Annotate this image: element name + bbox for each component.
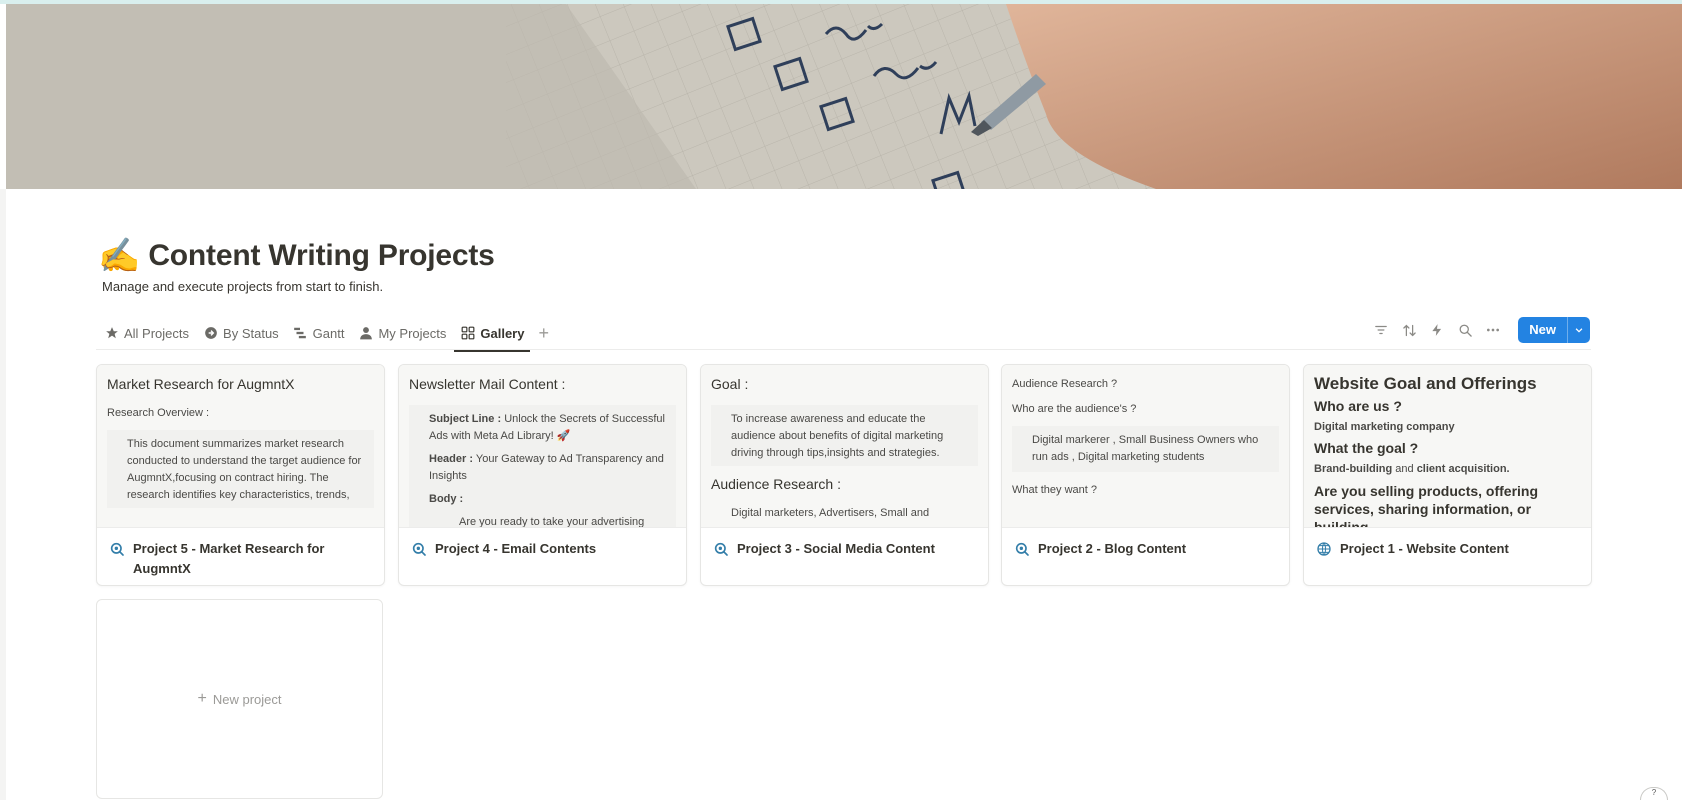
card-footer: Project 1 - Website Content [1304,528,1591,559]
card-footer: Project 3 - Social Media Content [701,528,988,559]
search-icon [412,542,426,556]
header-label: Header : [429,453,474,465]
globe-icon [1317,542,1331,556]
sort-icon[interactable] [1400,321,1418,339]
preview-heading-2: Audience Research : [711,476,841,492]
preview-heading: Website Goal and Offerings [1314,374,1537,393]
preview-question-1: Who are us ? [1314,398,1402,414]
preview-quote: This document summarizes market research… [107,430,374,508]
new-button[interactable]: New [1518,317,1590,343]
preview-quote: To increase awareness and educate the au… [711,405,978,466]
new-button-label[interactable]: New [1518,317,1568,343]
gallery-card-project-2[interactable]: Audience Research ? Who are the audience… [1001,364,1290,586]
tab-gantt[interactable]: Gantt [287,318,351,348]
tab-by-status[interactable]: By Status [197,318,285,348]
card-preview: Goal : To increase awareness and educate… [701,365,988,528]
subject-label: Subject Line : [429,413,502,425]
tab-label: Gantt [312,325,345,341]
new-project-card[interactable]: + New project [96,599,383,799]
preview-text: Digital marketers, Advertisers, Small an… [731,507,930,519]
tab-gallery[interactable]: Gallery [454,318,531,352]
card-footer: Project 2 - Blog Content [1002,528,1289,559]
preview-answer-2: Brand-building and client acquisition. [1314,461,1581,478]
preview-heading: Market Research for AugmntX [107,376,295,392]
card-title[interactable]: Project 3 - Social Media Content [737,539,935,559]
body-text: Are you ready to take your advertising [459,516,645,528]
card-footer: Project 4 - Email Contents [399,528,686,559]
card-title[interactable]: Project 1 - Website Content [1340,539,1509,559]
preview-answer-1: Digital marketing company [1314,421,1455,433]
gallery-card-project-1[interactable]: Website Goal and Offerings Who are us ? … [1303,364,1592,586]
preview-subheading: Research Overview : [107,407,210,419]
card-footer: Project 5 - Market Research for AugmntX [97,528,384,579]
search-icon [714,542,728,556]
preview-line-3: What they want ? [1012,484,1097,496]
preview-heading: Newsletter Mail Content : [409,376,566,392]
view-toolbar: New [1372,317,1590,343]
card-preview: Audience Research ? Who are the audience… [1002,365,1289,528]
preview-question-2: What the goal ? [1314,440,1419,456]
cover-illustration [6,4,1682,189]
search-icon [110,542,124,556]
view-tabs: All Projects By Status Gantt My Projects… [98,318,555,352]
page-emoji-icon[interactable]: ✍️ [98,236,140,276]
plus-icon: + [197,690,207,707]
preview-line-1: Audience Research ? [1012,378,1118,390]
tab-my-projects[interactable]: My Projects [352,318,452,348]
gallery-card-project-5[interactable]: Market Research for AugmntX Research Ove… [96,364,385,586]
person-icon [358,326,373,341]
automation-icon[interactable] [1428,321,1446,339]
add-view-icon[interactable]: + [532,323,555,344]
more-options-icon[interactable] [1484,321,1502,339]
answer-2-bold-2: client acquisition. [1416,463,1510,475]
help-button[interactable]: ? [1640,787,1668,800]
arrow-circle-icon [203,326,218,341]
new-project-label: New project [212,691,282,707]
card-title[interactable]: Project 5 - Market Research for AugmntX [133,539,374,579]
preview-heading: Goal : [711,376,749,392]
tabs-divider [96,349,1591,350]
gantt-icon [293,326,308,341]
tab-all-projects[interactable]: All Projects [98,318,195,348]
body-label: Body : [429,493,464,505]
card-preview: Market Research for AugmntX Research Ove… [97,365,384,528]
answer-2-mid: and [1392,463,1417,475]
gallery-icon [460,326,475,341]
page-header: ✍️ Content Writing Projects [98,236,495,276]
tab-label: My Projects [378,325,447,341]
page-title[interactable]: Content Writing Projects [148,239,495,273]
card-preview: Website Goal and Offerings Who are us ? … [1304,365,1591,528]
answer-2-bold-1: Brand-building [1314,463,1393,475]
search-icon [1015,542,1029,556]
preview-question-3: Are you selling products, offering servi… [1314,483,1539,528]
star-icon [104,326,119,341]
search-icon[interactable] [1456,321,1474,339]
card-preview: Newsletter Mail Content : Subject Line :… [399,365,686,528]
gallery-card-project-3[interactable]: Goal : To increase awareness and educate… [700,364,989,586]
filter-icon[interactable] [1372,321,1390,339]
cover-image[interactable] [6,4,1682,189]
gallery-card-project-4[interactable]: Newsletter Mail Content : Subject Line :… [398,364,687,586]
card-title[interactable]: Project 4 - Email Contents [435,539,596,559]
preview-quote: Subject Line : Unlock the Secrets of Suc… [409,405,676,528]
chevron-down-icon[interactable] [1568,317,1590,343]
preview-quote: Digital markerer , Small Business Owners… [1012,426,1279,472]
preview-line-2: Who are the audience's ? [1012,403,1137,415]
tab-label: By Status [223,325,279,341]
tab-label: Gallery [480,325,525,341]
tab-label: All Projects [124,325,190,341]
page-description: Manage and execute projects from start t… [102,279,384,294]
card-title[interactable]: Project 2 - Blog Content [1038,539,1186,559]
left-rule [0,189,6,800]
